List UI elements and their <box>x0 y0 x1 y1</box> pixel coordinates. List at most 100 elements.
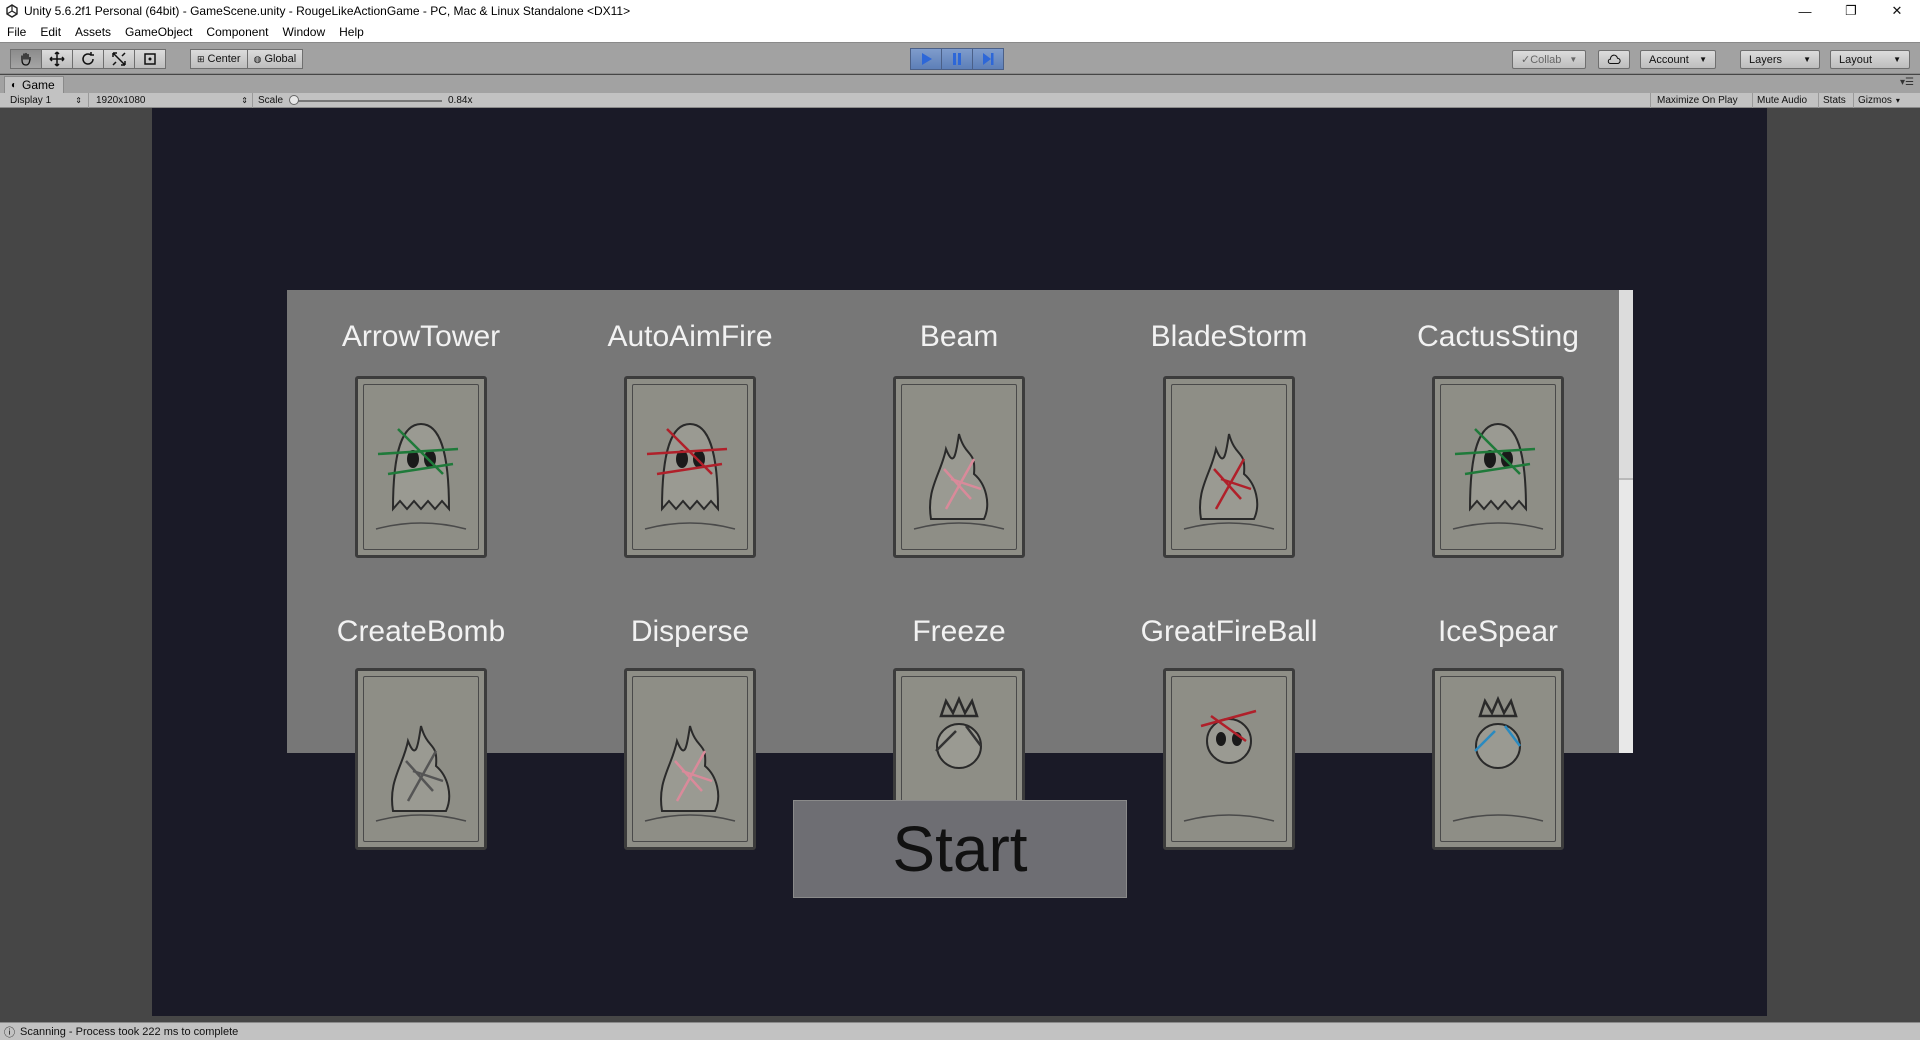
restore-button[interactable]: ❐ <box>1828 0 1874 22</box>
step-icon <box>983 53 994 65</box>
skill-card[interactable] <box>624 668 756 850</box>
skill-fire-icon <box>913 433 1005 530</box>
skill-card[interactable] <box>1163 376 1295 558</box>
cloud-icon <box>1607 54 1621 64</box>
layout-label: Layout <box>1839 53 1873 66</box>
skill-name-label: Freeze <box>912 615 1006 648</box>
step-button[interactable] <box>972 48 1004 70</box>
close-button[interactable]: ✕ <box>1874 0 1920 22</box>
scale-value: 0.84x <box>448 95 473 106</box>
menu-edit[interactable]: Edit <box>33 22 68 42</box>
gizmos-label: Gizmos <box>1858 95 1892 106</box>
minimize-button[interactable]: — <box>1782 0 1828 22</box>
transform-tools <box>10 49 166 69</box>
skill-ghost-icon <box>1452 422 1544 530</box>
collab-dropdown[interactable]: ✓ Collab ▼ <box>1512 50 1586 69</box>
panel-scrollbar[interactable] <box>1619 290 1633 753</box>
resolution-label: 1920x1080 <box>96 95 146 106</box>
window-title-bar: Unity 5.6.2f1 Personal (64bit) - GameSce… <box>0 0 1920 22</box>
skill-fire-icon <box>644 725 736 822</box>
skill-name-label: CactusSting <box>1417 320 1579 353</box>
scale-tool-button[interactable] <box>103 49 135 69</box>
dropdown-arrow-icon: ▼ <box>1893 55 1901 64</box>
status-text: Scanning - Process took 222 ms to comple… <box>20 1025 239 1038</box>
scrollbar-thumb[interactable] <box>1619 290 1633 480</box>
cloud-button[interactable] <box>1598 50 1630 69</box>
game-tab-strip: ◐ Game ▾☰ <box>0 75 1920 93</box>
layout-dropdown[interactable]: Layout ▼ <box>1830 50 1910 69</box>
resolution-dropdown[interactable]: 1920x1080 ⇕ <box>96 93 250 108</box>
account-dropdown[interactable]: Account ▼ <box>1640 50 1716 69</box>
info-icon: ⓘ <box>4 1026 15 1039</box>
menu-gameobject[interactable]: GameObject <box>118 22 199 42</box>
rotate-tool-button[interactable] <box>72 49 104 69</box>
status-bar: ⓘ Scanning - Process took 222 ms to comp… <box>0 1022 1920 1040</box>
menu-component[interactable]: Component <box>199 22 275 42</box>
display-label: Display 1 <box>10 95 52 106</box>
dropdown-arrow-icon: ⇕ <box>75 96 82 105</box>
pivot-icon: ⊞ <box>197 53 205 64</box>
move-tool-button[interactable] <box>41 49 73 69</box>
gizmos-dropdown[interactable]: Gizmos ▾ <box>1858 93 1900 108</box>
unity-logo-icon <box>4 3 20 19</box>
scale-slider-thumb[interactable] <box>289 95 299 105</box>
game-view-header: Display 1 ⇕ 1920x1080 ⇕ Scale 0.84x Maxi… <box>0 93 1920 108</box>
pivot-global-toggle[interactable]: ◍ Global <box>246 49 304 69</box>
dropdown-arrow-icon: ⇕ <box>241 96 248 105</box>
play-controls <box>910 48 1004 70</box>
window-title: Unity 5.6.2f1 Personal (64bit) - GameSce… <box>24 4 631 18</box>
scale-icon <box>112 52 126 66</box>
start-button[interactable]: Start <box>793 800 1127 898</box>
menu-help[interactable]: Help <box>332 22 371 42</box>
tab-game-label: Game <box>22 78 55 92</box>
maximize-on-play-toggle[interactable]: Maximize On Play <box>1657 93 1738 108</box>
skill-name-label: BladeStorm <box>1150 320 1308 353</box>
play-button[interactable] <box>910 48 942 70</box>
rect-tool-icon <box>144 53 156 65</box>
skill-card[interactable] <box>355 668 487 850</box>
check-icon: ✓ <box>1521 54 1531 66</box>
rect-tool-button[interactable] <box>134 49 166 69</box>
pivot-center-label: Center <box>207 53 241 65</box>
skill-fire-icon <box>375 725 467 822</box>
skill-card[interactable] <box>1163 668 1295 850</box>
menu-window[interactable]: Window <box>275 22 332 42</box>
tab-menu-icon[interactable]: ▾☰ <box>1900 77 1914 88</box>
hand-tool-button[interactable] <box>10 49 42 69</box>
stats-toggle[interactable]: Stats <box>1823 93 1846 108</box>
skill-card[interactable] <box>624 376 756 558</box>
skill-name-label: Disperse <box>630 615 750 648</box>
pivot-global-label: Global <box>264 53 297 65</box>
menu-assets[interactable]: Assets <box>68 22 118 42</box>
hand-icon <box>21 52 31 66</box>
skill-card[interactable] <box>893 376 1025 558</box>
skill-card[interactable] <box>1432 376 1564 558</box>
skill-name-label: IceSpear <box>1437 615 1559 648</box>
menu-file[interactable]: File <box>0 22 33 42</box>
pivot-center-toggle[interactable]: ⊞ Center <box>190 49 248 69</box>
display-dropdown[interactable]: Display 1 ⇕ <box>10 93 84 108</box>
game-controller-icon: ◐ <box>11 79 18 91</box>
move-icon <box>49 51 65 67</box>
collab-label: Collab <box>1530 53 1562 66</box>
scale-slider-track[interactable] <box>292 100 442 102</box>
skill-card[interactable] <box>355 376 487 558</box>
globe-icon: ◍ <box>253 53 262 64</box>
skill-name-label: CreateBomb <box>336 615 506 648</box>
dropdown-arrow-icon: ▼ <box>1699 55 1707 64</box>
dropdown-arrow-icon: ▼ <box>1569 55 1578 64</box>
skill-name-label: AutoAimFire <box>607 320 773 353</box>
pause-icon <box>953 53 961 65</box>
skill-skull-icon <box>1183 709 1275 822</box>
skill-ghost-icon <box>644 422 736 530</box>
tab-game[interactable]: ◐ Game <box>4 76 64 93</box>
rotate-icon <box>82 52 94 65</box>
skill-scroll-panel[interactable]: ArrowTower AutoAimFire Beam BladeStorm Cactu… <box>287 290 1633 850</box>
account-label: Account <box>1649 53 1689 66</box>
mute-audio-toggle[interactable]: Mute Audio <box>1757 93 1807 108</box>
skill-card[interactable] <box>1432 668 1564 850</box>
layers-dropdown[interactable]: Layers ▼ <box>1740 50 1820 69</box>
pause-button[interactable] <box>941 48 973 70</box>
skill-fire-icon <box>1183 433 1275 530</box>
skill-name-label: Beam <box>919 320 999 353</box>
